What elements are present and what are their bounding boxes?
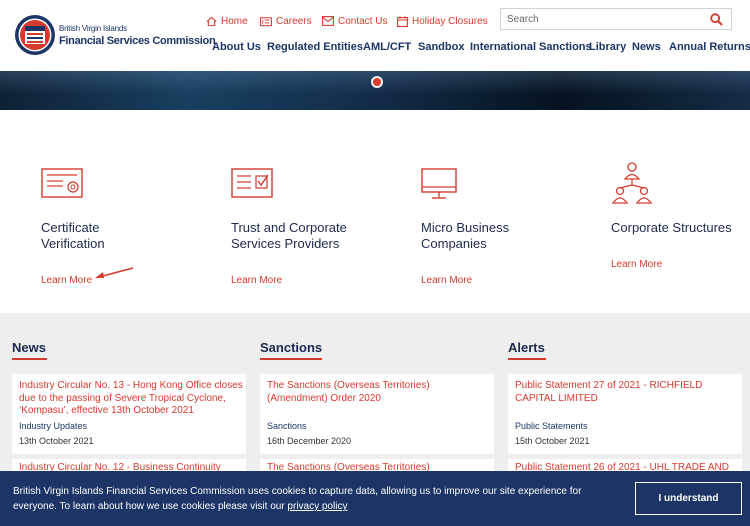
home-link-label: Home	[221, 15, 248, 27]
sanctions-heading: Sanctions	[260, 340, 323, 355]
sanctions-card-title[interactable]: The Sanctions (Overseas Territories)	[267, 462, 430, 471]
cookie-banner: British Virgin Islands Financial Service…	[0, 471, 750, 526]
search-icon[interactable]	[710, 13, 723, 26]
hero-banner	[0, 71, 750, 110]
alerts-card-title[interactable]: Public Statement 27 of 2021 - RICHFIELD …	[515, 380, 715, 405]
news-card-partial[interactable]: Industry Circular No. 12 - Business Cont…	[12, 459, 246, 471]
checklist-icon	[231, 168, 273, 198]
alerts-card-category[interactable]: Public Statements	[515, 421, 588, 431]
sanctions-card-title[interactable]: The Sanctions (Overseas Territories) (Am…	[267, 380, 491, 405]
contact-us-link[interactable]: Contact Us	[322, 13, 387, 29]
fsc-logo[interactable]	[14, 14, 56, 56]
red-arrow-annotation	[95, 267, 134, 278]
service-title: Certificate Verification	[41, 220, 105, 251]
alerts-heading: Alerts	[508, 340, 545, 355]
news-card-date: 13th October 2021	[19, 436, 94, 446]
learn-more-link[interactable]: Learn More	[231, 275, 282, 286]
news-card-category[interactable]: Industry Updates	[19, 421, 87, 431]
home-link[interactable]: Home	[206, 13, 248, 29]
service-title: Corporate Structures	[611, 220, 732, 235]
news-heading: News	[12, 340, 46, 355]
alerts-card-title[interactable]: Public Statement 26 of 2021 - UHL TRADE …	[515, 462, 729, 471]
nav-aml-cft[interactable]: AML/CFT	[363, 41, 411, 53]
sanctions-card-category[interactable]: Sanctions	[267, 421, 307, 431]
nav-about-us[interactable]: About Us	[212, 41, 261, 53]
sanctions-heading-underline	[260, 358, 322, 360]
nav-international-sanctions[interactable]: International Sanctions	[470, 41, 592, 53]
nav-sandbox[interactable]: Sandbox	[418, 41, 464, 53]
brand-name[interactable]: British Virgin Islands Financial Service…	[59, 24, 216, 48]
services-section: Certificate Verification Learn More Trus…	[0, 110, 750, 313]
nav-library[interactable]: Library	[589, 41, 626, 53]
careers-link[interactable]: Careers	[260, 13, 312, 29]
sanctions-card[interactable]: The Sanctions (Overseas Territories) (Am…	[260, 374, 494, 454]
org-chart-icon	[611, 162, 653, 204]
sanctions-card-partial[interactable]: The Sanctions (Overseas Territories)	[260, 459, 494, 471]
certificate-icon	[41, 168, 83, 198]
envelope-icon	[322, 16, 334, 26]
home-icon	[206, 16, 217, 26]
i-understand-button[interactable]: I understand	[635, 482, 742, 515]
learn-more-link[interactable]: Learn More	[421, 275, 472, 286]
monitor-icon	[421, 168, 457, 199]
cookie-message: British Virgin Islands Financial Service…	[13, 484, 613, 514]
learn-more-link[interactable]: Learn More	[611, 259, 662, 270]
news-card[interactable]: Industry Circular No. 13 - Hong Kong Off…	[12, 374, 246, 454]
id-card-icon	[260, 16, 272, 26]
holiday-closures-link[interactable]: Holiday Closures	[397, 13, 488, 29]
search-box	[500, 8, 732, 30]
site-header: British Virgin Islands Financial Service…	[0, 0, 750, 71]
search-input[interactable]	[507, 12, 703, 27]
news-heading-underline	[12, 358, 47, 360]
carousel-indicator-dot[interactable]	[371, 76, 383, 88]
news-card-title[interactable]: Industry Circular No. 12 - Business Cont…	[19, 462, 221, 471]
alerts-card-date: 15th October 2021	[515, 436, 590, 446]
contact-us-link-label: Contact Us	[338, 15, 388, 27]
nav-regulated-entities[interactable]: Regulated Entities	[267, 41, 363, 53]
alerts-card[interactable]: Public Statement 27 of 2021 - RICHFIELD …	[508, 374, 742, 454]
alerts-heading-underline	[508, 358, 546, 360]
alerts-card-partial[interactable]: Public Statement 26 of 2021 - UHL TRADE …	[508, 459, 742, 471]
careers-link-label: Careers	[276, 15, 312, 27]
service-title: Micro Business Companies	[421, 220, 510, 251]
learn-more-link[interactable]: Learn More	[41, 275, 92, 286]
service-title: Trust and Corporate Services Providers	[231, 220, 347, 251]
news-card-title[interactable]: Industry Circular No. 13 - Hong Kong Off…	[19, 380, 243, 418]
holiday-closures-link-label: Holiday Closures	[412, 15, 488, 27]
nav-annual-returns[interactable]: Annual Returns	[669, 41, 750, 53]
nav-news[interactable]: News	[632, 41, 661, 53]
brand-line-2: Financial Services Commission	[59, 35, 216, 47]
calendar-icon	[397, 15, 408, 27]
privacy-policy-link[interactable]: privacy policy	[287, 501, 347, 512]
brand-line-1: British Virgin Islands	[59, 24, 127, 33]
sanctions-card-date: 16th December 2020	[267, 436, 352, 446]
